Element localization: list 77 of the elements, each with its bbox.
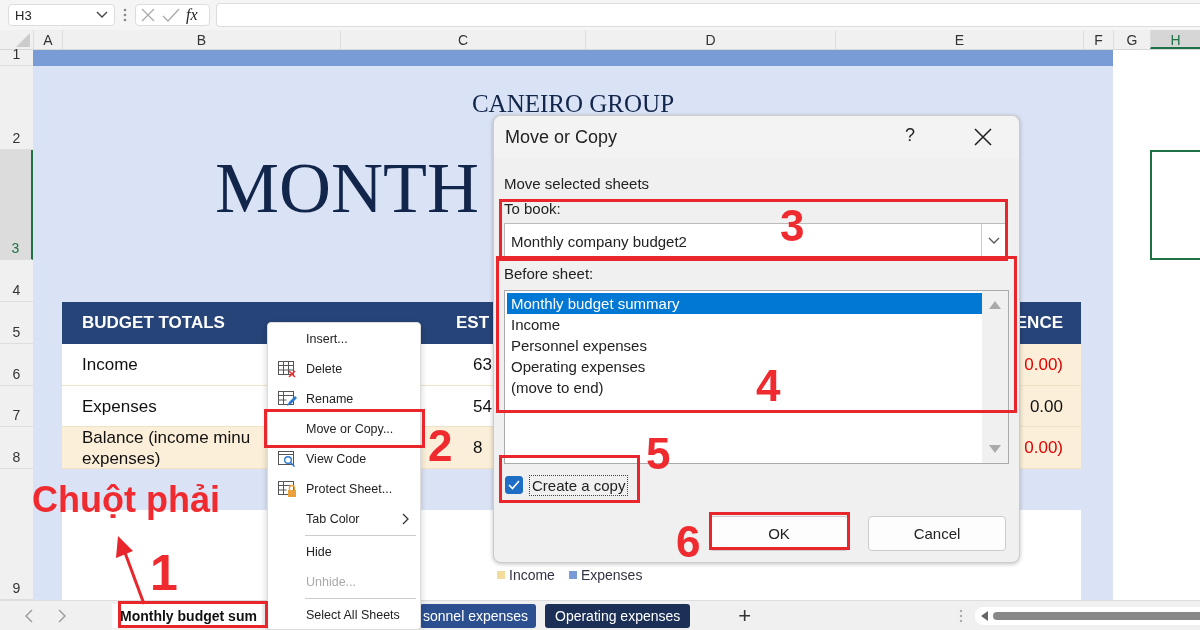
help-button[interactable]: ? xyxy=(905,125,915,146)
menu-item[interactable]: Insert... xyxy=(268,324,420,354)
annotation-label: 5 xyxy=(646,432,671,476)
ok-button[interactable]: OK xyxy=(709,516,849,551)
formula-input[interactable] xyxy=(216,3,1200,27)
field-label: To book: xyxy=(504,199,562,219)
cancel-icon[interactable] xyxy=(140,7,156,23)
legend-label: Expenses xyxy=(580,567,643,583)
cancel-button[interactable]: Cancel xyxy=(868,516,1006,551)
column-header[interactable]: B xyxy=(62,30,340,49)
chevron-down-icon xyxy=(96,11,108,19)
list-item[interactable]: Operating expenses xyxy=(507,356,646,377)
row-header[interactable]: 3 xyxy=(0,150,33,260)
column-heading: BUDGET TOTALS xyxy=(81,313,225,333)
legend-label: Income xyxy=(509,567,555,583)
view-code-icon xyxy=(278,450,297,468)
sheet-title: MONTH xyxy=(215,148,479,228)
list-item[interactable]: Income xyxy=(507,314,561,335)
table-cell: 54 xyxy=(473,395,492,417)
annotation-label: 4 xyxy=(756,364,781,408)
column-header[interactable]: D xyxy=(585,30,835,49)
table-cell: 0.00) xyxy=(1024,354,1063,375)
chevron-right-icon xyxy=(402,513,410,525)
column-header[interactable]: H xyxy=(1150,30,1200,49)
dialog-heading: Move selected sheets xyxy=(504,174,651,194)
menu-item[interactable]: Protect Sheet... xyxy=(268,474,420,504)
scroll-down-icon[interactable] xyxy=(989,445,1001,453)
sheet-tab[interactable]: Operating expenses xyxy=(545,603,691,628)
name-box[interactable]: H3 xyxy=(8,4,115,26)
more-icon[interactable] xyxy=(123,8,127,22)
chevron-left-icon[interactable] xyxy=(24,608,34,623)
table-cell: 0.00 xyxy=(1029,395,1063,417)
horizontal-scrollbar[interactable] xyxy=(975,606,1200,625)
close-icon[interactable] xyxy=(974,128,992,146)
more-icon[interactable] xyxy=(959,608,964,623)
list-item[interactable]: Monthly budget summary xyxy=(507,293,982,314)
vertical-scrollbar[interactable] xyxy=(982,291,1008,463)
column-header[interactable]: E xyxy=(835,30,1083,49)
checkbox-label[interactable]: Create a copy xyxy=(529,474,629,496)
insert-function-button[interactable]: fx xyxy=(186,6,198,24)
add-sheet-button[interactable]: + xyxy=(738,602,752,629)
annotation-label: 2 xyxy=(428,424,453,468)
column-header[interactable]: A xyxy=(33,30,62,49)
menu-item[interactable]: Select All Sheets xyxy=(268,600,420,630)
table-cell: 8 xyxy=(473,437,483,458)
menu-item[interactable]: View Code xyxy=(268,444,420,474)
table-cell: 63 xyxy=(473,354,492,375)
table-cell: 0.00) xyxy=(1024,437,1063,458)
checkbox[interactable] xyxy=(505,476,523,494)
chevron-right-icon[interactable] xyxy=(57,608,67,623)
delete-sheet-icon xyxy=(278,360,297,378)
annotation-label: Chuột phải xyxy=(32,482,220,518)
list-item[interactable]: Personnel expenses xyxy=(507,335,647,356)
list-item[interactable]: (move to end) xyxy=(507,377,604,398)
column-header[interactable]: C xyxy=(340,30,585,49)
menu-item[interactable]: Move or Copy... xyxy=(268,414,420,444)
field-label: Before sheet: xyxy=(504,264,595,284)
menu-item[interactable]: Hide xyxy=(268,537,420,567)
company-name: CANEIRO GROUP xyxy=(470,89,676,118)
dialog-title: Move or Copy xyxy=(505,126,618,148)
scroll-left-icon[interactable] xyxy=(981,610,990,621)
annotation-label: 1 xyxy=(150,548,178,598)
chevron-down-icon xyxy=(987,237,1000,245)
select-all-icon[interactable] xyxy=(16,33,30,47)
sheet-tab[interactable]: sonnel expenses xyxy=(420,603,536,628)
check-icon[interactable] xyxy=(162,7,180,23)
menu-item[interactable]: Tab Color xyxy=(268,504,420,534)
table-cell: Expenses xyxy=(82,395,157,417)
column-heading: EST xyxy=(455,313,490,333)
annotation-label: 6 xyxy=(676,520,701,564)
menu-item[interactable]: Delete xyxy=(268,354,420,384)
rename-sheet-icon xyxy=(278,390,297,408)
table-cell: Balance (income minu expenses) xyxy=(82,426,251,469)
scroll-up-icon[interactable] xyxy=(989,301,1001,309)
table-cell: Income xyxy=(82,354,138,375)
protect-sheet-icon xyxy=(278,480,297,498)
column-header[interactable]: F xyxy=(1083,30,1113,49)
